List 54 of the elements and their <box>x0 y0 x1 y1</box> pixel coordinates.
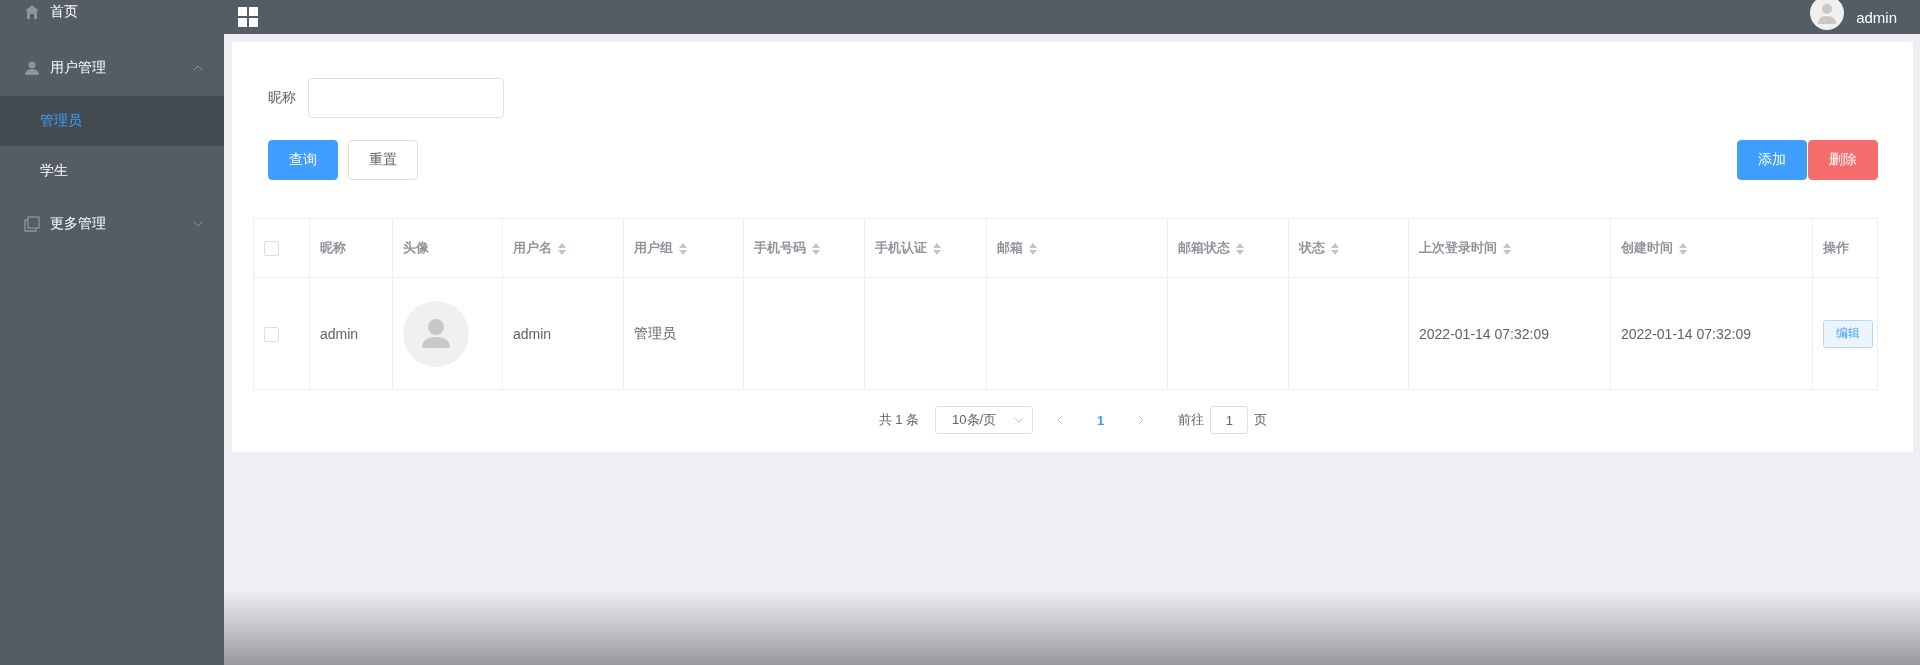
sort-icon[interactable] <box>933 242 941 255</box>
column-header[interactable]: 状态 <box>1299 240 1339 255</box>
sort-icon[interactable] <box>1679 242 1687 255</box>
edit-button[interactable]: 编辑 <box>1823 319 1873 348</box>
column-header[interactable]: 邮箱 <box>997 240 1037 255</box>
sort-icon[interactable] <box>1331 242 1339 255</box>
table-cell: 管理员 <box>634 324 676 341</box>
action-button[interactable]: 重置 <box>348 140 418 180</box>
user-name[interactable]: admin <box>1856 8 1897 26</box>
column-header[interactable]: 邮箱状态 <box>1178 240 1244 255</box>
table-cell: 2022-01-14 07:32:09 <box>1419 325 1549 342</box>
column-header: 操作 <box>1823 240 1849 255</box>
sort-icon[interactable] <box>812 242 820 255</box>
select-all-checkbox[interactable] <box>264 241 279 257</box>
column-header[interactable]: 上次登录时间 <box>1419 240 1511 255</box>
submenu-item[interactable]: 管理员 <box>0 96 224 146</box>
column-header[interactable]: 手机号码 <box>754 240 820 255</box>
avatar-placeholder <box>403 300 469 367</box>
grid-icon[interactable] <box>238 7 258 27</box>
copy-icon <box>24 216 40 232</box>
field-label: 昵称 <box>268 89 296 107</box>
column-header: 昵称 <box>320 240 346 255</box>
home-icon <box>24 4 40 20</box>
column-header[interactable]: 用户组 <box>634 240 687 255</box>
total-count: 共 1 条 <box>878 411 920 429</box>
table-cell: admin <box>320 325 359 342</box>
menu-item[interactable]: 更多管理 <box>0 196 224 252</box>
table-cell: admin <box>513 325 552 342</box>
menu-item[interactable]: 首页 <box>0 0 224 40</box>
sort-icon[interactable] <box>558 242 566 255</box>
nickname-input[interactable] <box>308 78 504 118</box>
column-header: 头像 <box>403 240 429 255</box>
table-cell: 2022-01-14 07:32:09 <box>1621 325 1751 342</box>
jump-label: 前往 <box>1178 411 1205 429</box>
sort-icon[interactable] <box>1029 242 1037 255</box>
action-button[interactable]: 添加 <box>1737 140 1807 180</box>
chevron-icon <box>1014 415 1025 425</box>
column-header[interactable]: 创建时间 <box>1621 240 1687 255</box>
action-button[interactable]: 删除 <box>1808 140 1878 180</box>
user-icon <box>24 60 40 76</box>
page-number[interactable]: 1 <box>1087 412 1115 428</box>
sort-icon[interactable] <box>679 242 687 255</box>
action-button[interactable]: 查询 <box>268 140 338 180</box>
avatar-icon[interactable] <box>1810 0 1845 30</box>
sort-icon[interactable] <box>1503 242 1511 255</box>
sort-icon[interactable] <box>1236 242 1244 255</box>
row-checkbox[interactable] <box>264 326 279 342</box>
page-size-select[interactable]: 10条/页 <box>935 406 1034 434</box>
column-header[interactable]: 用户名 <box>513 240 566 255</box>
menu-item[interactable]: 用户管理 <box>0 40 224 96</box>
column-header[interactable]: 手机认证 <box>875 240 941 255</box>
page-jump-input[interactable]: 1 <box>1210 406 1249 434</box>
page-suffix: 页 <box>1254 411 1268 429</box>
submenu-item[interactable]: 学生 <box>0 146 224 196</box>
